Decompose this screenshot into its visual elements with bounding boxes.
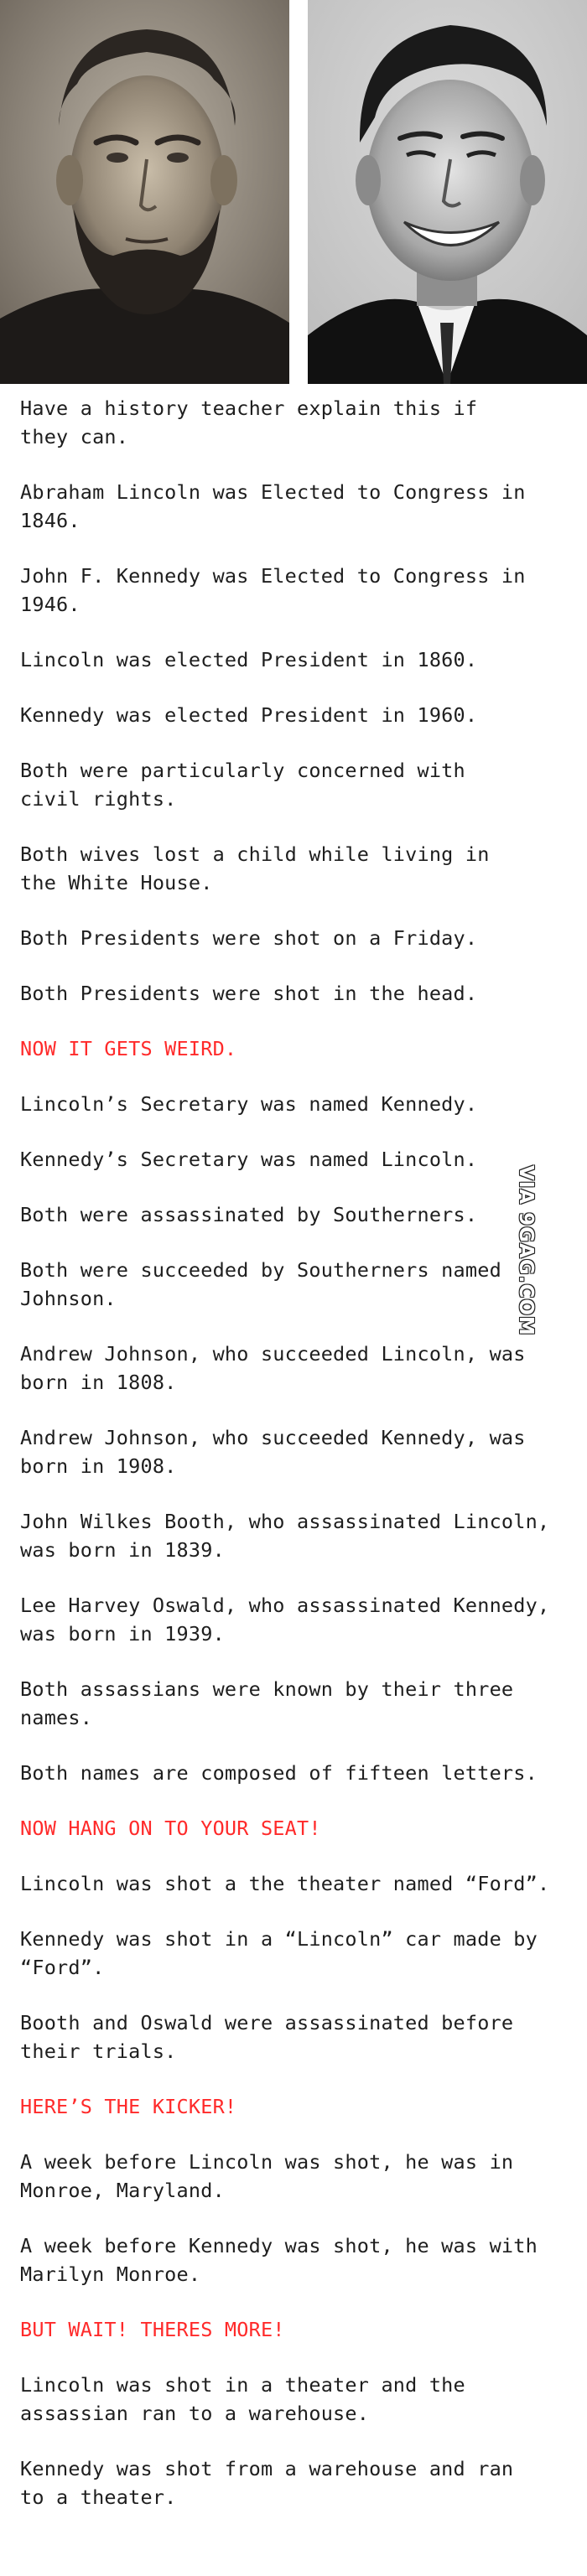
story-line: Both assassians were known by their thre… (20, 1677, 514, 1729)
story-text: Have a history teacher explain this if t… (20, 394, 575, 2538)
story-line: Both wives lost a child while living in … (20, 842, 490, 894)
watermark-label: VIA 9GAG.COM (515, 1165, 537, 1336)
lincoln-portrait-image (0, 0, 289, 384)
story-line: Lincoln was elected President in 1860. (20, 648, 478, 671)
story-line: Both were succeeded by Southerners named… (20, 1258, 501, 1310)
section-heading: HERE’S THE KICKER! (20, 2095, 237, 2118)
story-line: Both Presidents were shot in the head. (20, 982, 478, 1005)
story-line: Lincoln was shot a the theater named “Fo… (20, 1872, 550, 1895)
story-line: Lee Harvey Oswald, who assassinated Kenn… (20, 1594, 550, 1646)
portrait-photos (0, 0, 587, 384)
section-heading: NOW HANG ON TO YOUR SEAT! (20, 1817, 321, 1840)
kennedy-portrait-image (308, 0, 587, 384)
story-line: Andrew Johnson, who succeeded Kennedy, w… (20, 1426, 526, 1478)
story-line: Booth and Oswald were assassinated befor… (20, 2011, 514, 2063)
story-line: Kennedy was elected President in 1960. (20, 703, 478, 727)
story-line: Kennedy’s Secretary was named Lincoln. (20, 1148, 478, 1171)
story-line: Kennedy was shot in a “Lincoln” car made… (20, 1927, 538, 1979)
story-line: Both were particularly concerned with ci… (20, 759, 465, 811)
story-line: John Wilkes Booth, who assassinated Linc… (20, 1510, 550, 1562)
story-line: Have a history teacher explain this if t… (20, 397, 478, 448)
story-line: A week before Kennedy was shot, he was w… (20, 2234, 538, 2286)
story-line: A week before Lincoln was shot, he was i… (20, 2150, 514, 2202)
story-line: John F. Kennedy was Elected to Congress … (20, 564, 526, 616)
section-heading: NOW IT GETS WEIRD. (20, 1037, 237, 1060)
story-line: Both were assassinated by Southerners. (20, 1203, 478, 1226)
section-heading: BUT WAIT! THERES MORE! (20, 2318, 285, 2341)
story-line: Lincoln was shot in a theater and the as… (20, 2373, 465, 2425)
story-line: Andrew Johnson, who succeeded Lincoln, w… (20, 1342, 526, 1394)
story-line: Both Presidents were shot on a Friday. (20, 926, 478, 950)
story-line: Lincoln’s Secretary was named Kennedy. (20, 1092, 478, 1116)
story-line: Abraham Lincoln was Elected to Congress … (20, 480, 526, 532)
story-line: Kennedy was shot from a warehouse and ra… (20, 2457, 514, 2509)
story-line: Both names are composed of fifteen lette… (20, 1761, 538, 1785)
